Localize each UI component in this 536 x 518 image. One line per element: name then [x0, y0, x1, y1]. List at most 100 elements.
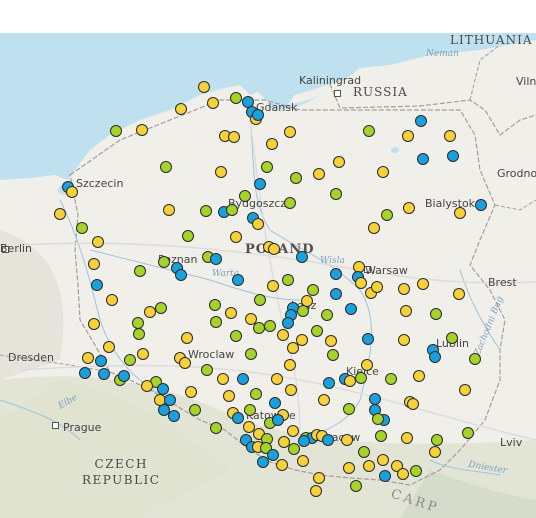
station-marker[interactable] [282, 274, 294, 286]
station-marker[interactable] [252, 218, 264, 230]
station-marker[interactable] [429, 446, 441, 458]
station-marker[interactable] [245, 348, 257, 360]
station-marker[interactable] [207, 97, 219, 109]
station-marker[interactable] [462, 427, 474, 439]
station-marker[interactable] [189, 404, 201, 416]
station-marker[interactable] [76, 222, 88, 234]
station-marker[interactable] [261, 161, 273, 173]
station-marker[interactable] [257, 456, 269, 468]
station-marker[interactable] [429, 351, 441, 363]
station-marker[interactable] [397, 468, 409, 480]
station-marker[interactable] [377, 166, 389, 178]
station-marker[interactable] [181, 332, 193, 344]
station-marker[interactable] [322, 434, 334, 446]
station-marker[interactable] [296, 251, 308, 263]
station-marker[interactable] [106, 294, 118, 306]
station-marker[interactable] [403, 202, 415, 214]
station-marker[interactable] [225, 307, 237, 319]
station-marker[interactable] [276, 459, 288, 471]
station-marker[interactable] [254, 294, 266, 306]
station-marker[interactable] [341, 434, 353, 446]
station-marker[interactable] [398, 334, 410, 346]
station-marker[interactable] [230, 92, 242, 104]
station-marker[interactable] [375, 430, 387, 442]
station-marker[interactable] [155, 302, 167, 314]
station-marker[interactable] [282, 317, 294, 329]
station-marker[interactable] [223, 390, 235, 402]
station-marker[interactable] [327, 349, 339, 361]
station-marker[interactable] [381, 209, 393, 221]
station-marker[interactable] [244, 404, 256, 416]
station-marker[interactable] [363, 460, 375, 472]
station-marker[interactable] [124, 354, 136, 366]
station-marker[interactable] [325, 335, 337, 347]
station-marker[interactable] [401, 432, 413, 444]
station-marker[interactable] [160, 161, 172, 173]
station-marker[interactable] [264, 320, 276, 332]
station-marker[interactable] [284, 197, 296, 209]
station-marker[interactable] [330, 268, 342, 280]
station-marker[interactable] [355, 277, 367, 289]
station-marker[interactable] [228, 131, 240, 143]
station-marker[interactable] [158, 256, 170, 268]
station-marker[interactable] [268, 243, 280, 255]
station-marker[interactable] [407, 398, 419, 410]
station-marker[interactable] [400, 305, 412, 317]
station-marker[interactable] [447, 150, 459, 162]
station-marker[interactable] [230, 330, 242, 342]
station-marker[interactable] [321, 309, 333, 321]
station-marker[interactable] [350, 480, 362, 492]
station-marker[interactable] [137, 348, 149, 360]
station-marker[interactable] [323, 377, 335, 389]
station-marker[interactable] [271, 373, 283, 385]
station-marker[interactable] [217, 373, 229, 385]
station-marker[interactable] [168, 410, 180, 422]
station-marker[interactable] [54, 208, 66, 220]
station-marker[interactable] [446, 332, 458, 344]
station-marker[interactable] [343, 462, 355, 474]
station-marker[interactable] [210, 422, 222, 434]
station-marker[interactable] [66, 186, 78, 198]
station-marker[interactable] [215, 166, 227, 178]
station-marker[interactable] [210, 316, 222, 328]
station-marker[interactable] [284, 126, 296, 138]
station-marker[interactable] [297, 305, 309, 317]
station-marker[interactable] [362, 333, 374, 345]
station-marker[interactable] [413, 370, 425, 382]
station-marker[interactable] [237, 373, 249, 385]
station-marker[interactable] [372, 413, 384, 425]
station-marker[interactable] [398, 283, 410, 295]
station-marker[interactable] [239, 190, 251, 202]
station-marker[interactable] [330, 288, 342, 300]
station-marker[interactable] [284, 359, 296, 371]
station-marker[interactable] [200, 205, 212, 217]
station-marker[interactable] [198, 81, 210, 93]
station-marker[interactable] [385, 373, 397, 385]
station-marker[interactable] [459, 384, 471, 396]
station-marker[interactable] [475, 199, 487, 211]
station-marker[interactable] [469, 353, 481, 365]
station-marker[interactable] [290, 172, 302, 184]
station-marker[interactable] [267, 280, 279, 292]
station-marker[interactable] [454, 207, 466, 219]
station-marker[interactable] [287, 425, 299, 437]
station-marker[interactable] [91, 279, 103, 291]
station-marker[interactable] [343, 403, 355, 415]
station-marker[interactable] [182, 230, 194, 242]
station-marker[interactable] [355, 372, 367, 384]
station-marker[interactable] [232, 412, 244, 424]
station-marker[interactable] [310, 485, 322, 497]
station-marker[interactable] [79, 367, 91, 379]
station-marker[interactable] [307, 284, 319, 296]
station-marker[interactable] [82, 352, 94, 364]
station-marker[interactable] [444, 130, 456, 142]
station-marker[interactable] [298, 435, 310, 447]
station-marker[interactable] [313, 472, 325, 484]
station-marker[interactable] [98, 368, 110, 380]
station-marker[interactable] [431, 434, 443, 446]
station-marker[interactable] [209, 299, 221, 311]
station-marker[interactable] [361, 359, 373, 371]
station-marker[interactable] [358, 446, 370, 458]
station-marker[interactable] [175, 103, 187, 115]
station-marker[interactable] [254, 178, 266, 190]
